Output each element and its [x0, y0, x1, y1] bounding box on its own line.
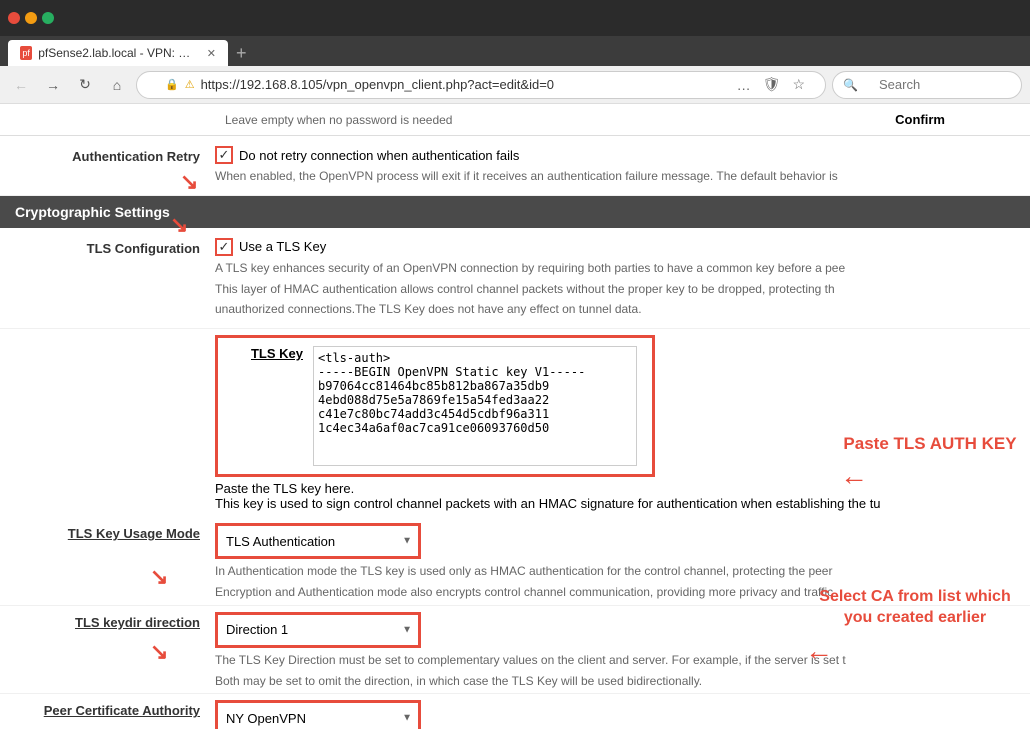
password-hint: Leave empty when no password is needed [225, 113, 452, 127]
tls-keydir-label: TLS keydir direction [15, 612, 215, 630]
tls-config-row: TLS Configuration Use a TLS Key A TLS ke… [0, 228, 1030, 329]
tls-keydir-select-wrapper: Direction 1 [215, 612, 421, 648]
paste-tls-annotation: Paste TLS AUTH KEY ← [840, 434, 1020, 492]
address-icons: … 🛡 ☆ [733, 74, 813, 95]
peer-ca-select-wrapper: NY OpenVPN [215, 700, 421, 729]
peer-ca-row: Peer Certificate Authority NY OpenVPN [0, 694, 1030, 729]
peer-ca-content: NY OpenVPN [215, 700, 1015, 729]
paste-tls-arrow: ← [840, 460, 1020, 492]
peer-ca-select[interactable]: NY OpenVPN [218, 703, 418, 729]
select-ca-line2: you created earlier [844, 609, 986, 626]
tls-keydir-select-container: Direction 1 [218, 615, 418, 645]
auth-retry-arrow: ↘ [180, 169, 198, 195]
crypto-section-header: Cryptographic Settings [0, 196, 1030, 228]
address-bar[interactable]: 🔒 ⚠ https://192.168.8.105/vpn_openvpn_cl… [136, 71, 826, 99]
confirm-label: Confirm [895, 112, 945, 127]
crypto-section-title: Cryptographic Settings [15, 204, 170, 220]
select-ca-arrow: ← [805, 633, 1025, 669]
auth-retry-checkbox-label: Do not retry connection when authenticat… [239, 148, 519, 163]
active-tab[interactable]: pf pfSense2.lab.local - VPN: Open... ✕ [8, 40, 228, 66]
page-content: Leave empty when no password is needed C… [0, 104, 1030, 729]
refresh-button[interactable]: ↻ [72, 72, 98, 98]
tls-usage-arrow: ↘ [150, 564, 168, 590]
tls-usage-mode-select-container: TLS Authentication [218, 526, 418, 556]
tls-key-label: TLS Key [233, 346, 313, 361]
password-hint-row: Leave empty when no password is needed C… [0, 104, 1030, 135]
tab-close-button[interactable]: ✕ [207, 47, 216, 60]
tls-key-hint2: This key is used to sign control channel… [215, 496, 1015, 511]
tls-key-label-row: TLS Key [218, 338, 652, 474]
tls-config-hint1: A TLS key enhances security of an OpenVP… [215, 260, 1015, 277]
tls-config-checkbox[interactable] [215, 238, 233, 256]
forward-button[interactable]: → [40, 72, 66, 98]
tls-keydir-arrow: ↘ [150, 639, 168, 665]
auth-retry-content: Do not retry connection when authenticat… [215, 146, 1015, 185]
tls-usage-mode-label: TLS Key Usage Mode [15, 523, 215, 541]
tls-config-label: TLS Configuration [15, 238, 215, 256]
new-tab-button[interactable]: + [228, 40, 255, 66]
search-icon: 🔍 [843, 78, 858, 92]
auth-retry-checkbox-row: Do not retry connection when authenticat… [215, 146, 1015, 164]
tls-key-container: TLS Key [215, 335, 655, 477]
auth-retry-row: Authentication Retry Do not retry connec… [0, 135, 1030, 196]
select-ca-annotation: Select CA from list which you created ea… [805, 587, 1025, 669]
tls-usage-hint1: In Authentication mode the TLS key is us… [215, 563, 1015, 580]
tls-usage-mode-select[interactable]: TLS Authentication [218, 526, 418, 556]
tls-config-hint2: This layer of HMAC authentication allows… [215, 281, 1015, 298]
browser-chrome [0, 0, 1030, 36]
tls-config-hint3: unauthorized connections.The TLS Key doe… [215, 301, 1015, 318]
select-ca-line1: Select CA from list which [819, 588, 1010, 605]
star-icon[interactable]: ☆ [788, 74, 809, 95]
auth-retry-hint: When enabled, the OpenVPN process will e… [215, 168, 1015, 185]
tls-key-textarea[interactable] [313, 346, 637, 466]
search-box: 🔍 [832, 71, 1022, 99]
search-input[interactable] [861, 77, 1011, 92]
peer-ca-label: Peer Certificate Authority [15, 700, 215, 718]
shield-icon[interactable]: 🛡 [759, 74, 785, 95]
tls-config-arrow: ↘ [170, 212, 188, 238]
tls-config-checkbox-row: Use a TLS Key [215, 238, 1015, 256]
bookmark-icon[interactable]: … [733, 75, 755, 95]
tls-keydir-hint2: Both may be set to omit the direction, i… [215, 673, 1015, 690]
tab-bar: pf pfSense2.lab.local - VPN: Open... ✕ + [0, 36, 1030, 66]
tls-keydir-select[interactable]: Direction 1 [218, 615, 418, 645]
peer-ca-select-container: NY OpenVPN [218, 703, 418, 729]
paste-tls-text: Paste TLS AUTH KEY [843, 434, 1016, 453]
home-button[interactable]: ⌂ [104, 72, 130, 98]
search-wrapper: 🔍 [832, 71, 1022, 99]
tab-label: pfSense2.lab.local - VPN: Open... [38, 46, 195, 60]
auth-retry-label: Authentication Retry [15, 146, 215, 164]
tls-config-content: Use a TLS Key A TLS key enhances securit… [215, 238, 1015, 318]
back-button[interactable]: ← [8, 72, 34, 98]
auth-retry-checkbox[interactable] [215, 146, 233, 164]
tab-favicon: pf [20, 46, 32, 60]
tls-usage-mode-select-wrapper: TLS Authentication [215, 523, 421, 559]
url-text: https://192.168.8.105/vpn_openvpn_client… [201, 77, 727, 92]
tls-config-checkbox-label: Use a TLS Key [239, 239, 326, 254]
address-bar-row: ← → ↻ ⌂ 🔒 ⚠ https://192.168.8.105/vpn_op… [0, 66, 1030, 104]
